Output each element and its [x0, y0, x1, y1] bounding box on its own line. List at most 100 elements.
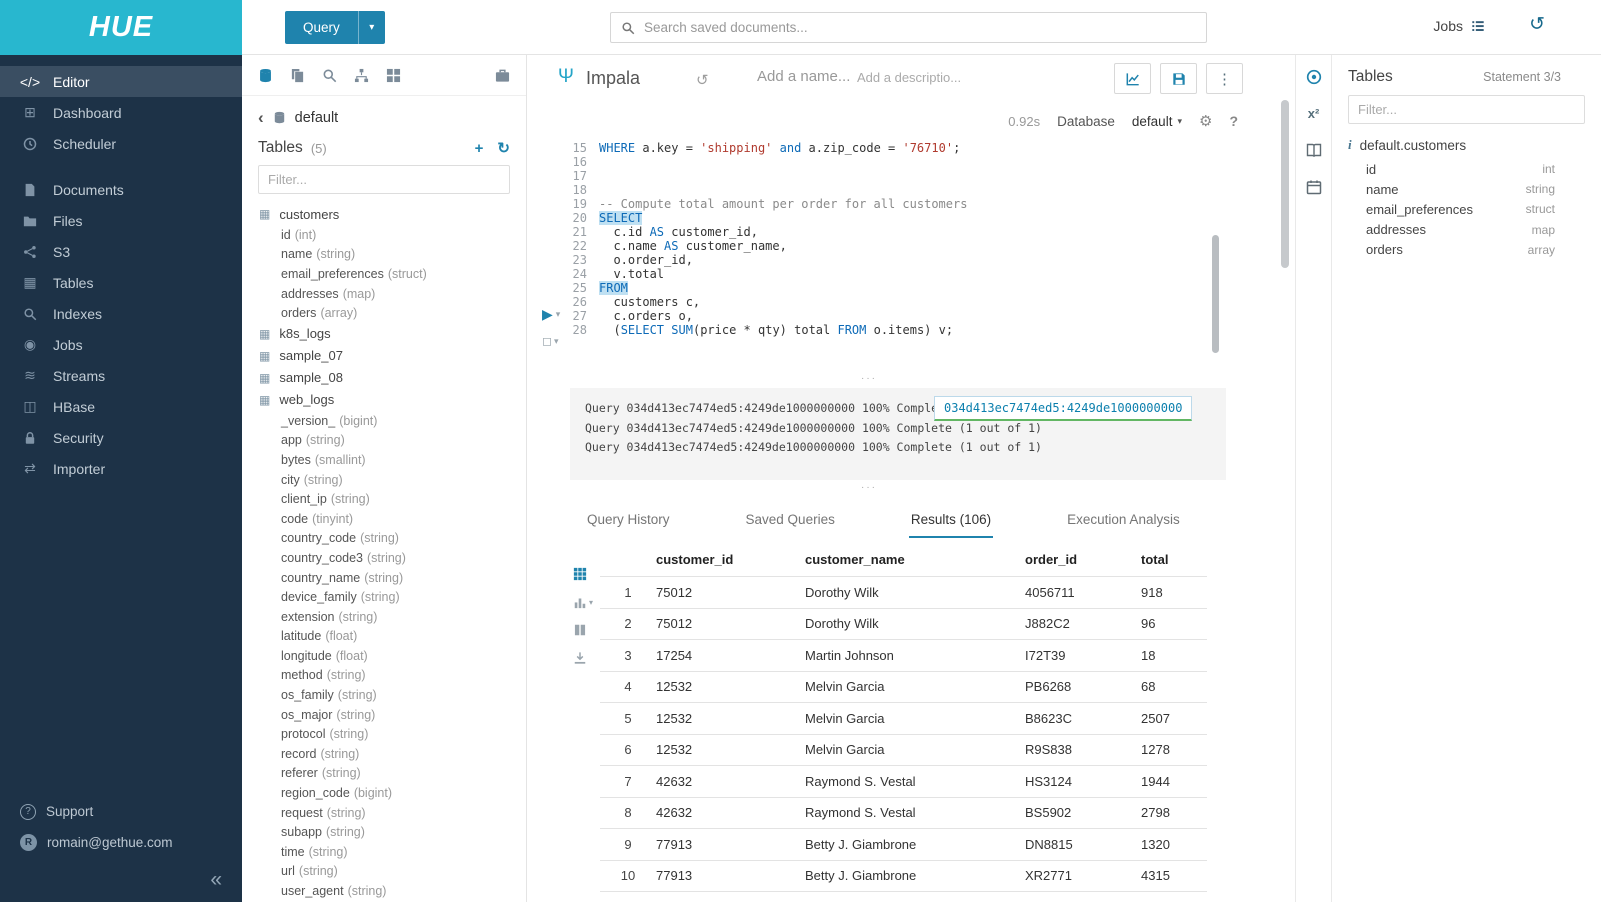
table-row[interactable]: 317254Martin JohnsonI72T3918: [600, 640, 1207, 672]
apps-source-icon[interactable]: [386, 68, 401, 83]
assist-column-city[interactable]: city(string): [242, 470, 526, 490]
code-line[interactable]: c.id AS customer_id,: [599, 225, 1211, 239]
main-scrollbar[interactable]: [1281, 100, 1289, 268]
assist-table-k8s-logs[interactable]: ▦k8s_logs: [242, 323, 526, 345]
code-editor[interactable]: 1516171819202122232425262728 WHERE a.key…: [570, 141, 1211, 337]
table-row[interactable]: 842632Raymond S. VestalBS59022798: [600, 798, 1207, 830]
help-question-icon[interactable]: ?: [1229, 113, 1238, 129]
code-line[interactable]: customers c,: [599, 295, 1211, 309]
right-column-addresses[interactable]: addressesmap: [1332, 220, 1601, 240]
assist-column-url[interactable]: url(string): [242, 862, 526, 882]
query-description-input[interactable]: [857, 70, 969, 85]
briefcase-icon[interactable]: [495, 68, 510, 83]
assist-column-extension[interactable]: extension(string): [242, 607, 526, 627]
support-link[interactable]: ? Support: [0, 796, 242, 827]
right-column-name[interactable]: namestring: [1332, 179, 1601, 199]
functions-icon[interactable]: x²: [1308, 106, 1320, 121]
sidebar-item-scheduler[interactable]: Scheduler: [0, 128, 242, 159]
sidebar-item-dashboard[interactable]: ⊞Dashboard: [0, 97, 242, 128]
database-dropdown[interactable]: default ▾: [1132, 114, 1182, 129]
assist-column-latitude[interactable]: latitude(float): [242, 627, 526, 647]
assist-column-orders[interactable]: orders(array): [242, 303, 526, 323]
assist-column-code[interactable]: code(tinyint): [242, 509, 526, 529]
column-header-customer-name[interactable]: customer_name: [805, 552, 1025, 567]
tab-results-106[interactable]: Results (106): [909, 504, 993, 538]
sidebar-item-files[interactable]: Files: [0, 205, 242, 236]
new-query-label[interactable]: Query: [285, 11, 358, 44]
search-source-icon[interactable]: [322, 68, 337, 83]
assist-column-bytes[interactable]: bytes(smallint): [242, 450, 526, 470]
assist-column-os-family[interactable]: os_family(string): [242, 685, 526, 705]
assist-column-region-code[interactable]: region_code(bigint): [242, 783, 526, 803]
current-database[interactable]: default: [295, 110, 339, 126]
assist-column-client-ip[interactable]: client_ip(string): [242, 489, 526, 509]
language-reference-icon[interactable]: [1306, 142, 1322, 158]
table-row[interactable]: 512532Melvin GarciaB8623C2507: [600, 703, 1207, 735]
sidebar-item-tables[interactable]: ▦Tables: [0, 267, 242, 298]
table-row[interactable]: 275012Dorothy WilkJ882C296: [600, 609, 1207, 641]
column-header-order-id[interactable]: order_id: [1025, 552, 1141, 567]
right-column-email-preferences[interactable]: email_preferencesstruct: [1332, 199, 1601, 219]
assist-column-email-preferences[interactable]: email_preferences(struct): [242, 264, 526, 284]
search-input[interactable]: [644, 20, 1196, 35]
query-name-input[interactable]: [757, 68, 850, 85]
assist-column-longitude[interactable]: longitude(float): [242, 646, 526, 666]
resize-handle[interactable]: ···: [527, 482, 1211, 493]
assist-column-method[interactable]: method(string): [242, 666, 526, 686]
jobs-button[interactable]: Jobs: [1433, 18, 1485, 34]
sidebar-collapse-button[interactable]: «: [210, 868, 222, 892]
assist-column-name[interactable]: name(string): [242, 245, 526, 265]
assist-table-customers[interactable]: ▦customers: [242, 203, 526, 225]
assist-table-web-logs[interactable]: ▦web_logs: [242, 389, 526, 411]
code-line[interactable]: [599, 183, 1211, 197]
assist-column-user-agent[interactable]: user_agent(string): [242, 881, 526, 901]
right-column-id[interactable]: idint: [1332, 159, 1601, 179]
add-table-icon[interactable]: +: [475, 140, 484, 157]
assist-column-country-code[interactable]: country_code(string): [242, 529, 526, 549]
assist-column-subapp[interactable]: subapp(string): [242, 822, 526, 842]
refresh-tables-icon[interactable]: ↻: [497, 139, 510, 157]
assist-column-time[interactable]: time(string): [242, 842, 526, 862]
hue-logo[interactable]: HUE: [0, 0, 242, 55]
assist-column-app[interactable]: app(string): [242, 431, 526, 451]
code-lines[interactable]: WHERE a.key = 'shipping' and a.zip_code …: [596, 141, 1211, 337]
query-versions-icon[interactable]: ↺: [696, 71, 709, 89]
run-query-button[interactable]: ▶ ▾: [542, 306, 560, 323]
code-line[interactable]: [599, 155, 1211, 169]
download-results-icon[interactable]: [573, 651, 593, 665]
new-query-button[interactable]: Query ▾: [285, 11, 385, 44]
sidebar-item-indexes[interactable]: Indexes: [0, 298, 242, 329]
more-actions-button[interactable]: ⋮: [1206, 63, 1243, 94]
query-id-popup[interactable]: 034d413ec7474ed5:4249de1000000000: [934, 396, 1192, 421]
code-line[interactable]: v.total: [599, 267, 1211, 281]
tables-filter-input[interactable]: [258, 165, 510, 194]
sidebar-item-streams[interactable]: ≋Streams: [0, 360, 242, 391]
grid-view-icon[interactable]: [573, 567, 593, 581]
sidebar-item-jobs[interactable]: ◉Jobs: [0, 329, 242, 360]
chart-view-icon[interactable]: ▾: [573, 595, 593, 609]
tab-saved-queries[interactable]: Saved Queries: [744, 504, 837, 538]
right-column-orders[interactable]: ordersarray: [1332, 240, 1601, 260]
assist-column-record[interactable]: record(string): [242, 744, 526, 764]
code-line[interactable]: SELECT: [599, 211, 1211, 225]
assist-table-sample-07[interactable]: ▦sample_07: [242, 345, 526, 367]
active-table-row[interactable]: i default.customers: [1332, 124, 1601, 159]
code-line[interactable]: o.order_id,: [599, 253, 1211, 267]
code-line[interactable]: FROM: [599, 281, 1211, 295]
assist-column-version[interactable]: _version_(bigint): [242, 411, 526, 431]
run-options-caret-icon[interactable]: ▾: [556, 309, 561, 320]
assist-column-addresses[interactable]: addresses(map): [242, 284, 526, 304]
table-row[interactable]: 175012Dorothy Wilk4056711918: [600, 577, 1207, 609]
user-account[interactable]: R romain@gethue.com: [0, 827, 242, 858]
sidebar-item-s3[interactable]: S3: [0, 236, 242, 267]
tab-query-history[interactable]: Query History: [585, 504, 672, 538]
sidebar-item-documents[interactable]: Documents: [0, 174, 242, 205]
code-line[interactable]: -- Compute total amount per order for al…: [599, 197, 1211, 211]
assist-compass-icon[interactable]: [1306, 69, 1322, 85]
assist-column-referer[interactable]: referer(string): [242, 764, 526, 784]
assist-table-sample-08[interactable]: ▦sample_08: [242, 367, 526, 389]
code-line[interactable]: [599, 169, 1211, 183]
schedule-icon[interactable]: [1306, 179, 1322, 195]
code-line[interactable]: c.name AS customer_name,: [599, 239, 1211, 253]
save-button[interactable]: [1160, 63, 1197, 94]
